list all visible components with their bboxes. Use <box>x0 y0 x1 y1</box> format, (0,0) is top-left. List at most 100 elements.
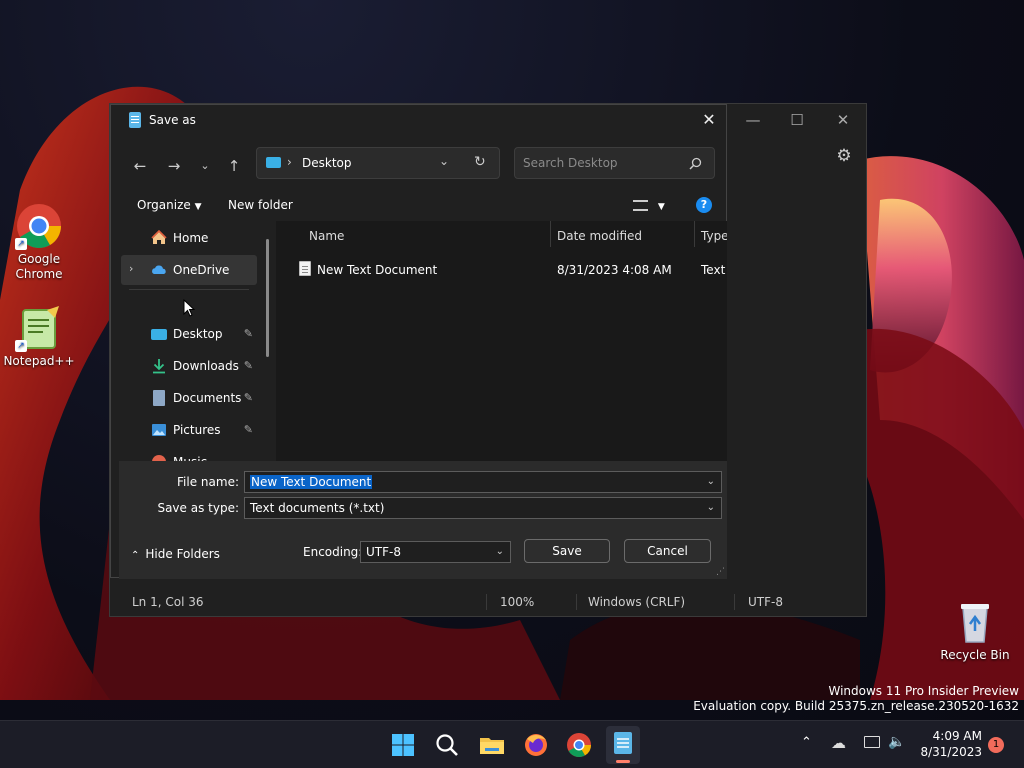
cloud-offline-icon[interactable]: ☁ <box>831 734 846 752</box>
file-name-dropdown-chevron-icon[interactable]: ⌄ <box>707 472 715 492</box>
search-icon[interactable] <box>432 730 462 760</box>
up-arrow-icon[interactable]: ↑ <box>223 155 245 177</box>
dialog-title: Save as <box>149 113 196 127</box>
file-name-input[interactable]: New Text Document ⌄ <box>244 471 722 493</box>
desktop-folder-icon <box>266 157 281 168</box>
column-header-name[interactable]: Name <box>309 229 344 243</box>
save-as-type-value: Text documents (*.txt) <box>250 501 385 515</box>
start-windows-icon[interactable] <box>388 730 418 760</box>
file-row[interactable]: New Text Document 8/31/2023 4:08 AM Text… <box>276 255 727 283</box>
desktop-icon-recycle-bin[interactable]: Recycle Bin <box>937 598 1013 663</box>
pin-icon[interactable]: ✎ <box>244 423 253 436</box>
encoding-select[interactable]: UTF-8 ⌄ <box>360 541 511 563</box>
expand-chevron-icon[interactable]: › <box>129 262 133 275</box>
forward-arrow-icon[interactable]: → <box>163 155 185 177</box>
sidebar-item-onedrive[interactable]: › OneDrive <box>121 255 257 285</box>
active-app-indicator <box>616 760 630 763</box>
save-as-dialog: Save as ✕ ← → ⌄ ↑ › Desktop ⌄ ↻ Search D… <box>110 104 727 579</box>
column-divider[interactable] <box>550 221 551 247</box>
sidebar-item-home[interactable]: Home <box>121 223 257 253</box>
sidebar-scrollbar[interactable] <box>266 239 269 357</box>
taskbar: ⌃ ☁ 🔈 4:09 AM 8/31/2023 1 <box>0 720 1024 768</box>
resize-grip-icon[interactable]: ⋰ <box>716 567 725 577</box>
status-line-ending[interactable]: Windows (CRLF) <box>588 595 685 609</box>
file-name-value: New Text Document <box>250 475 373 489</box>
shortcut-arrow-icon: ↗ <box>15 340 27 352</box>
status-divider <box>576 594 577 610</box>
organize-button[interactable]: Organize ▼ <box>137 195 202 217</box>
hide-folders-button[interactable]: ⌃ Hide Folders <box>131 547 220 561</box>
dialog-close-button[interactable]: ✕ <box>692 105 726 137</box>
clock-date: 8/31/2023 <box>920 745 982 759</box>
desktop-icon-label: Chrome <box>15 267 63 281</box>
file-name: New Text Document <box>317 263 438 277</box>
file-name-label: File name: <box>177 475 239 489</box>
back-arrow-icon[interactable]: ← <box>129 155 151 177</box>
pin-icon[interactable]: ✎ <box>244 391 253 404</box>
status-zoom[interactable]: 100% <box>500 595 534 609</box>
save-as-type-select[interactable]: Text documents (*.txt) ⌄ <box>244 497 722 519</box>
refresh-icon[interactable]: ↻ <box>474 154 486 170</box>
save-as-type-chevron-icon: ⌄ <box>706 502 715 513</box>
documents-icon <box>151 390 167 406</box>
column-header-type[interactable]: Type <box>701 229 727 243</box>
notepad-taskbar-button[interactable] <box>606 726 640 764</box>
help-icon[interactable]: ? <box>696 197 712 213</box>
desktop-icon-google-chrome[interactable]: ↗ Google Chrome <box>1 202 77 282</box>
dialog-title-bar[interactable]: Save as ✕ <box>111 105 726 137</box>
address-bar[interactable]: › Desktop ⌄ ↻ <box>256 147 500 179</box>
breadcrumb-desktop[interactable]: Desktop <box>302 156 352 170</box>
notification-badge[interactable]: 1 <box>988 737 1004 753</box>
status-cursor-position: Ln 1, Col 36 <box>132 595 204 609</box>
column-divider[interactable] <box>694 221 695 247</box>
status-divider <box>486 594 487 610</box>
desktop-icon-notepad-plus-plus[interactable]: ↗ Notepad++ <box>1 304 77 369</box>
sidebar-item-pictures[interactable]: Pictures ✎ <box>121 415 257 445</box>
notepad-app-icon <box>129 112 141 128</box>
pictures-icon <box>151 422 167 438</box>
text-file-icon <box>299 261 311 276</box>
onedrive-cloud-icon <box>151 262 167 278</box>
firefox-icon[interactable] <box>521 730 551 760</box>
recent-locations-chevron-icon[interactable]: ⌄ <box>194 155 216 177</box>
settings-gear-icon[interactable]: ⚙ <box>834 146 854 166</box>
cancel-button[interactable]: Cancel <box>624 539 711 563</box>
column-header-date-modified[interactable]: Date modified <box>557 229 642 243</box>
notepad-status-bar: Ln 1, Col 36 100% Windows (CRLF) UTF-8 <box>110 588 866 616</box>
dialog-toolbar: Organize ▼ New folder ▼ ? <box>111 195 726 219</box>
new-folder-button[interactable]: New folder <box>228 195 293 215</box>
chrome-icon: ↗ <box>15 202 63 250</box>
maximize-button[interactable]: ☐ <box>774 104 820 136</box>
volume-speaker-icon[interactable]: 🔈 <box>888 734 905 750</box>
show-hidden-icons-chevron-icon[interactable]: ⌃ <box>801 735 812 750</box>
view-options-button[interactable]: ▼ <box>633 195 665 217</box>
minimize-button[interactable]: — <box>730 104 776 136</box>
pin-icon[interactable]: ✎ <box>244 327 253 340</box>
sidebar-item-downloads[interactable]: Downloads ✎ <box>121 351 257 381</box>
desktop-folder-icon <box>151 326 167 342</box>
shortcut-arrow-icon: ↗ <box>15 238 27 250</box>
desktop-icon-label: Google <box>17 252 61 266</box>
windows-evaluation-watermark: Windows 11 Pro Insider Preview Evaluatio… <box>693 684 1019 713</box>
save-options-panel: File name: New Text Document ⌄ Save as t… <box>119 461 727 579</box>
home-icon <box>151 229 167 246</box>
close-button[interactable]: ✕ <box>820 104 866 136</box>
desktop-icon-label: Notepad++ <box>3 354 75 368</box>
network-ethernet-icon[interactable] <box>864 736 880 748</box>
search-box[interactable]: Search Desktop <box>514 147 715 179</box>
pin-icon[interactable]: ✎ <box>244 359 253 372</box>
file-date-modified: 8/31/2023 4:08 AM <box>557 263 672 277</box>
notepad-icon <box>614 732 632 754</box>
clock-time: 4:09 AM <box>932 729 982 743</box>
search-input-placeholder: Search Desktop <box>523 156 618 170</box>
sidebar-item-documents[interactable]: Documents ✎ <box>121 383 257 413</box>
sidebar-item-desktop[interactable]: Desktop ✎ <box>121 319 257 349</box>
sidebar-divider <box>129 289 249 290</box>
file-explorer-icon[interactable] <box>477 730 507 760</box>
chrome-icon[interactable] <box>564 730 594 760</box>
address-dropdown-chevron-icon[interactable]: ⌄ <box>439 154 449 168</box>
status-encoding[interactable]: UTF-8 <box>748 595 783 609</box>
desktop-icon-label: Recycle Bin <box>940 648 1010 662</box>
save-button[interactable]: Save <box>524 539 610 563</box>
clock[interactable]: 4:09 AM 8/31/2023 <box>912 728 982 760</box>
